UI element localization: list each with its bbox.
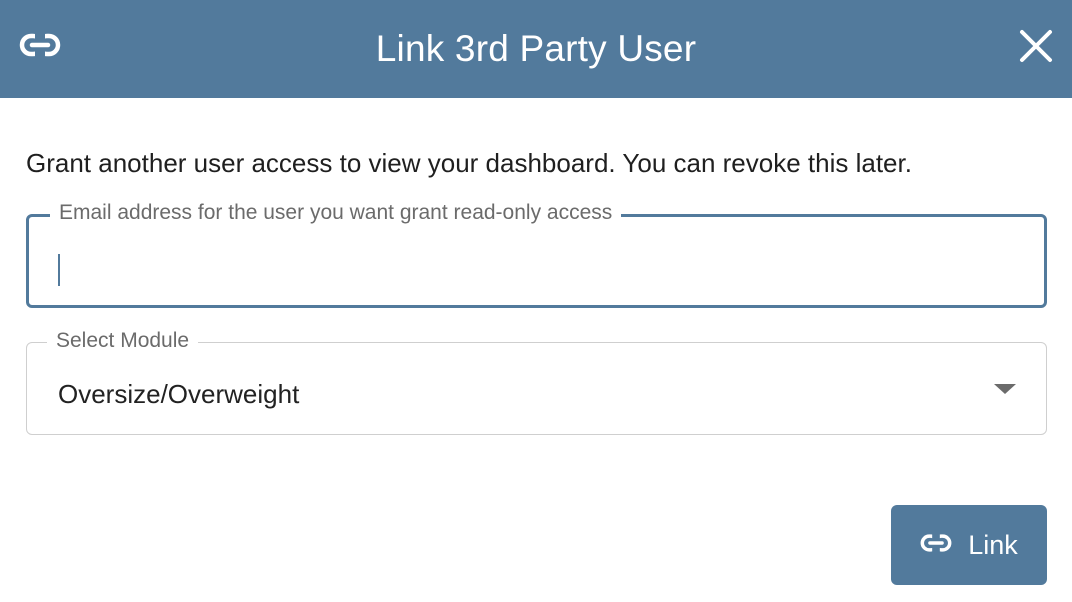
- link-button[interactable]: Link: [891, 505, 1047, 585]
- dialog-description: Grant another user access to view your d…: [26, 148, 912, 178]
- close-icon[interactable]: [1016, 26, 1056, 66]
- link-icon: [18, 27, 62, 63]
- link-third-party-user-dialog: Link 3rd Party User Grant another user a…: [0, 0, 1072, 602]
- dialog-header: Link 3rd Party User: [0, 0, 1072, 98]
- link-button-label: Link: [968, 529, 1018, 560]
- email-input[interactable]: [29, 217, 1044, 305]
- email-field[interactable]: Email address for the user you want gran…: [26, 201, 1047, 308]
- module-select-value: Oversize/Overweight: [58, 379, 300, 409]
- module-select[interactable]: Select Module Oversize/Overweight: [26, 329, 1047, 435]
- link-icon: [920, 533, 952, 558]
- module-select-label: Select Module: [47, 329, 199, 353]
- dialog-title: Link 3rd Party User: [375, 28, 697, 69]
- chevron-down-icon[interactable]: [994, 384, 1016, 394]
